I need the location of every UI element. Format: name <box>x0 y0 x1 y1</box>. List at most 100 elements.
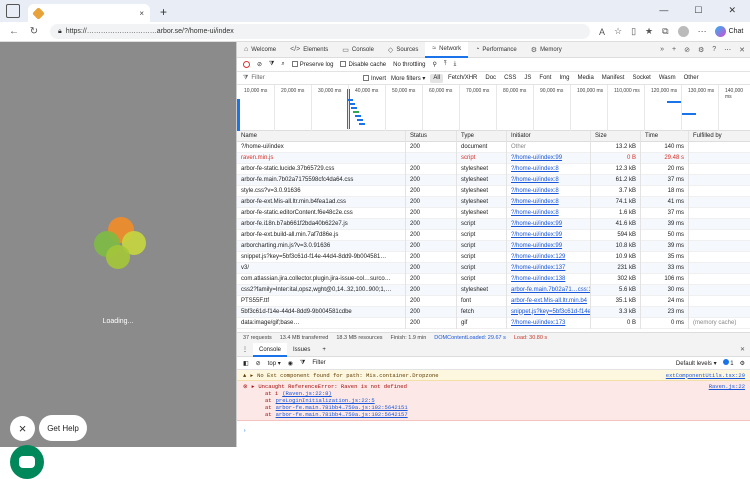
tab-close-icon[interactable]: × <box>139 9 144 18</box>
cell-initiator[interactable]: ?/home-ui/index:8 <box>507 185 591 197</box>
get-help-button[interactable]: Get Help <box>39 415 87 441</box>
help-icon[interactable]: ? <box>712 46 716 54</box>
tab-performance[interactable]: ◔ Performance <box>468 42 524 58</box>
table-row[interactable]: v3/200 script ?/home-ui/index:137 231 kB 33 … <box>237 262 750 274</box>
stack-frame-link[interactable]: preLoginInitialization.js:22:5 <box>276 397 375 404</box>
drawer-tab-issues[interactable]: Issues <box>287 343 316 357</box>
split-screen-icon[interactable]: ▯ <box>631 26 636 37</box>
clear-icon[interactable]: ⊘ <box>257 61 262 68</box>
import-icon[interactable]: ⤒ <box>444 61 447 68</box>
devtools-more-icon[interactable]: ⋯ <box>724 46 731 54</box>
profile-avatar[interactable] <box>677 26 689 37</box>
filter-type-fetch-xhr[interactable]: Fetch/XHR <box>445 74 480 83</box>
drawer-menu-icon[interactable]: ⋮ <box>237 346 253 353</box>
cell-initiator[interactable]: arbor-fe-ext.Mis-all.ltr.min.b4 <box>507 295 591 307</box>
sidebar-toggle-icon[interactable]: ◧ <box>243 360 249 367</box>
preserve-log-checkbox[interactable]: Preserve log <box>291 61 333 68</box>
column-fulfilled-by[interactable]: Fulfilled by <box>689 131 750 142</box>
console-clear-icon[interactable]: ⊘ <box>256 360 261 367</box>
close-window-icon[interactable]: ✕ <box>728 5 736 16</box>
filter-type-socket[interactable]: Socket <box>629 74 653 83</box>
cell-initiator[interactable]: ?/home-ui/index:99 <box>507 229 591 241</box>
favorite-icon[interactable]: ☆ <box>614 26 622 37</box>
table-row[interactable]: arbor-fe.i18n.b7ab661f2bda40b622e7.js 200… <box>237 218 750 230</box>
invert-checkbox[interactable]: Invert <box>363 74 386 82</box>
stack-frame-link[interactable]: (Raven.js:22:8) <box>282 390 332 397</box>
console-filter-input[interactable]: Filter <box>312 360 325 366</box>
table-row[interactable]: arbor-fe-ext.Mis-all.ltr.min.b4fea1ad.cs… <box>237 196 750 208</box>
more-tabs-icon[interactable]: » <box>660 46 664 54</box>
feedback-icon[interactable]: ⊘ <box>684 46 690 54</box>
url-field[interactable]: 🔒︎ https://…………………………arbor.se/?/home-ui/… <box>50 24 590 39</box>
settings-icon[interactable]: ⚙ <box>698 46 704 54</box>
context-select[interactable]: top ▾ <box>268 360 281 367</box>
chat-button[interactable] <box>10 445 44 479</box>
more-filters-dropdown[interactable]: More filters ▾ <box>391 75 425 82</box>
expand-icon[interactable]: ▸ <box>252 383 255 390</box>
table-row[interactable]: arborcharting.min.js?v=3.0.91636 200 scrip… <box>237 240 750 252</box>
refresh-icon[interactable]: ↻ <box>28 26 40 37</box>
column-initiator[interactable]: Initiator <box>507 131 591 142</box>
cell-initiator[interactable]: ?/home-ui/index:138 <box>507 273 591 285</box>
add-tab-icon[interactable]: + <box>672 46 676 54</box>
drawer-tab-console[interactable]: Console <box>253 342 288 357</box>
table-row[interactable]: style.css?v=3.0.91636 200 stylesheet ?/home… <box>237 185 750 197</box>
more-menu-icon[interactable]: ⋯ <box>698 26 707 37</box>
maximize-icon[interactable]: ☐ <box>694 5 702 16</box>
drawer-close-icon[interactable]: ✕ <box>740 346 750 353</box>
expand-icon[interactable]: ▸ <box>250 372 253 379</box>
cell-initiator[interactable]: ?/home-ui/index:99 <box>507 240 591 252</box>
tab-elements[interactable]: </> Elements <box>283 42 335 58</box>
stack-frame-link[interactable]: arbor-fe.main.781bb4…750a.js:102:5642157 <box>276 411 408 418</box>
export-icon[interactable]: ⤓ <box>454 61 457 68</box>
column-time[interactable]: Time <box>641 131 689 142</box>
table-row[interactable]: arbor-fe-static.editorContent.f6e48c2e.c… <box>237 207 750 219</box>
cell-initiator[interactable]: ?/home-ui/index:8 <box>507 207 591 219</box>
table-row[interactable]: arbor-fe.main.7b02a7175598cfc4da64.css 20… <box>237 174 750 186</box>
tab-actions-icon[interactable] <box>6 4 20 18</box>
disable-cache-checkbox[interactable]: Disable cache <box>340 61 386 68</box>
devtools-close-icon[interactable]: ✕ <box>739 46 745 54</box>
filter-type-media[interactable]: Media <box>574 74 596 83</box>
back-icon[interactable]: ← <box>8 26 20 37</box>
minimize-icon[interactable]: — <box>659 5 668 16</box>
throttling-select[interactable]: No throttling <box>393 62 425 68</box>
filter-type-manifest[interactable]: Manifest <box>599 74 628 83</box>
collections-icon[interactable]: ⧉ <box>662 26 668 37</box>
stack-frame-link[interactable]: arbor-fe.main.781bb4…750a.js:102:5642151 <box>276 404 408 411</box>
cell-initiator[interactable]: ?/home-ui/index:8 <box>507 196 591 208</box>
tab-network[interactable]: ≈ Network <box>425 41 469 58</box>
filter-type-all[interactable]: All <box>430 73 444 83</box>
cell-initiator[interactable]: Other <box>507 141 591 153</box>
browser-tab[interactable]: × <box>28 4 150 22</box>
filter-type-other[interactable]: Other <box>681 74 702 83</box>
table-row[interactable]: com.atlassian.jira.collector.plugin.jira… <box>237 273 750 285</box>
cell-initiator[interactable]: ?/home-ui/index:8 <box>507 174 591 186</box>
column-size[interactable]: Size <box>591 131 641 142</box>
warning-source-link[interactable]: extComponentUtils.tsx:29 <box>666 372 745 379</box>
table-row[interactable]: css2?family=Inter:ital,opsz,wght@0,14..3… <box>237 284 750 296</box>
table-row[interactable]: arbor-fe-static.lucide.37b65729.css 200st… <box>237 163 750 175</box>
table-row[interactable]: arbor-fe-ext.build-all.min.7af7d86e.js 20… <box>237 229 750 241</box>
table-row[interactable]: 5bf3c61d-f14e-44d4-8dd9-9b004581cdbe 200 f… <box>237 306 750 318</box>
tab-welcome[interactable]: ⌂ Welcome <box>237 42 283 58</box>
cell-initiator[interactable]: ?/home-ui/index:99 <box>507 152 591 164</box>
cell-initiator[interactable]: arbor-fe.main.7b02a71…css:1 <box>507 284 591 296</box>
log-levels-select[interactable]: Default levels ▾ <box>676 360 717 367</box>
copilot-button[interactable]: Chat <box>714 26 743 37</box>
filter-type-font[interactable]: Font <box>536 74 554 83</box>
filter-type-css[interactable]: CSS <box>501 74 519 83</box>
search-icon[interactable]: ⌕ <box>281 61 284 68</box>
table-row[interactable]: data:image/gif;base… 200 gif ?/home-ui/inde… <box>237 317 750 329</box>
column-status[interactable]: Status <box>406 131 457 142</box>
tab-console[interactable]: ▭ Console <box>335 42 381 58</box>
new-tab-button[interactable]: + <box>160 5 167 19</box>
filter-type-img[interactable]: Img <box>556 74 572 83</box>
live-expression-icon[interactable]: ◉ <box>288 360 293 367</box>
filter-funnel-icon[interactable]: ⧩ <box>269 61 274 68</box>
table-row[interactable]: PTS55F.ttf 200 font arbor-fe-ext.Mis-all.lt… <box>237 295 750 307</box>
console-prompt[interactable]: › <box>237 421 750 440</box>
cell-initiator[interactable]: ?/home-ui/index:99 <box>507 218 591 230</box>
cell-initiator[interactable]: ?/home-ui/index:129 <box>507 251 591 263</box>
error-source-link[interactable]: Raven.js:22 <box>709 383 745 390</box>
